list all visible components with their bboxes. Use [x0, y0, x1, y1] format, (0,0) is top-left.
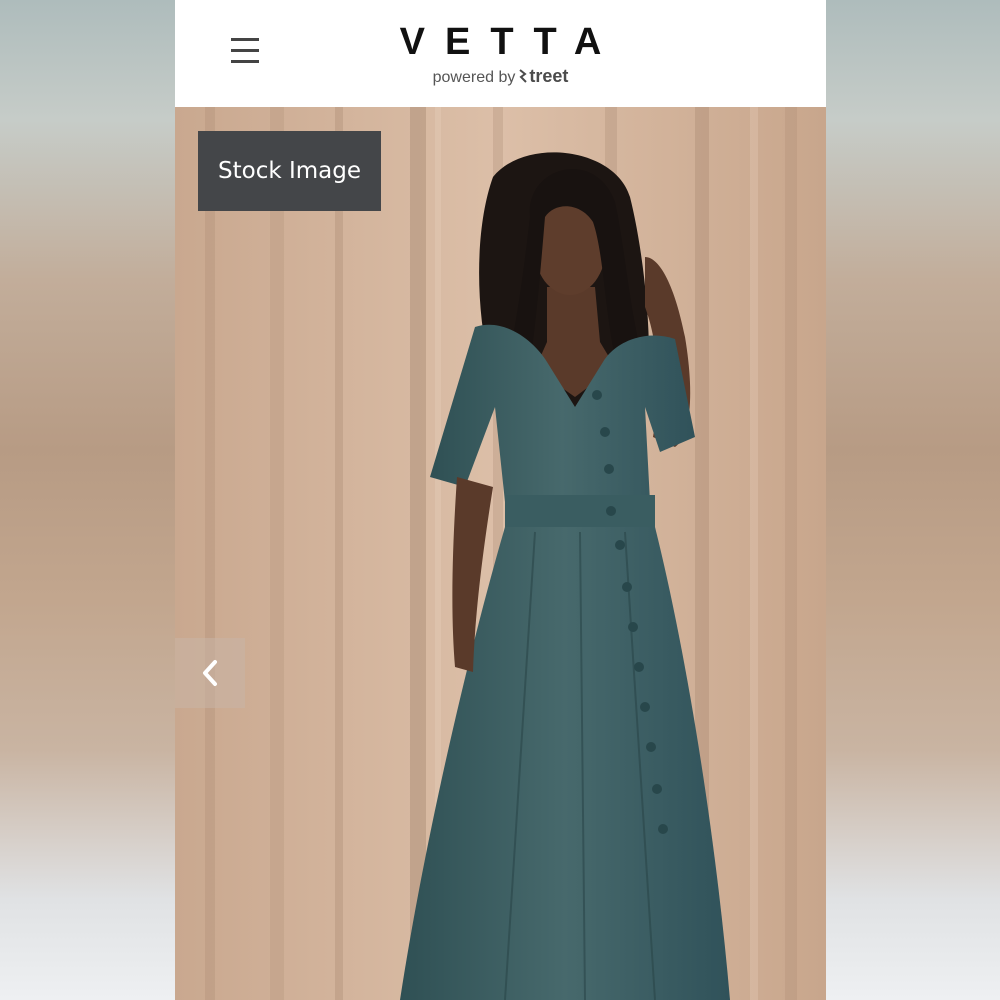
powered-by-prefix: powered by [432, 69, 516, 86]
app-screen: VETTA powered by treet Stock Image [175, 0, 826, 1000]
product-photo [175, 107, 826, 1000]
brand-logo[interactable]: VETTA powered by treet [175, 20, 826, 88]
chevron-left-icon [203, 660, 217, 686]
blurred-backdrop-left [0, 0, 175, 1000]
site-header: VETTA powered by treet [175, 0, 826, 107]
stock-image-badge: Stock Image [198, 131, 381, 211]
powered-by-brand: treet [529, 66, 569, 86]
powered-by-line: powered by treet [175, 66, 826, 88]
brand-name: VETTA [399, 21, 622, 63]
blurred-backdrop-right [826, 0, 1000, 1000]
previous-image-button[interactable] [175, 638, 245, 708]
treet-logo-icon [519, 69, 528, 83]
